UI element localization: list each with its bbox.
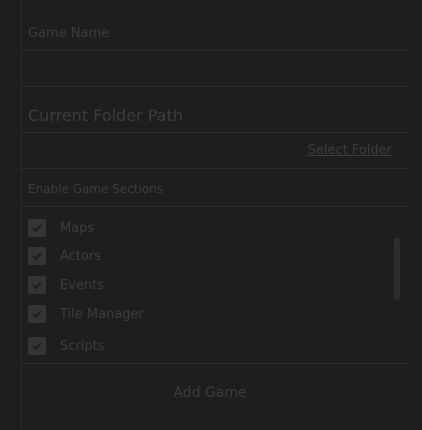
- section-item-label: Events: [60, 277, 105, 293]
- select-folder-divider: [20, 168, 410, 169]
- game-name-underline: [20, 50, 410, 51]
- sections-title-underline: [20, 206, 410, 207]
- section-item-label: Tile Manager: [60, 306, 144, 322]
- game-name-input-bottom: [20, 86, 410, 87]
- scripts-checkbox[interactable]: [28, 337, 46, 355]
- maps-checkbox[interactable]: [28, 219, 46, 237]
- select-folder-link[interactable]: Select Folder: [308, 143, 392, 158]
- section-item-label: Maps: [60, 220, 95, 236]
- section-item-events[interactable]: Events: [24, 273, 384, 297]
- sections-scrollbar[interactable]: [394, 238, 400, 300]
- tile-manager-checkbox[interactable]: [28, 305, 46, 323]
- check-icon: [32, 252, 42, 261]
- check-icon: [32, 342, 42, 351]
- form-left-border: [21, 0, 22, 430]
- section-item-tile-manager[interactable]: Tile Manager: [24, 302, 384, 326]
- game-name-label: Game Name: [28, 26, 110, 41]
- check-icon: [32, 224, 42, 233]
- section-item-label: Scripts: [60, 338, 105, 354]
- section-item-label: Actors: [60, 248, 101, 264]
- actors-checkbox[interactable]: [28, 247, 46, 265]
- add-game-button[interactable]: Add Game: [110, 378, 310, 408]
- section-item-maps[interactable]: Maps: [24, 216, 384, 240]
- sections-title: Enable Game Sections: [28, 182, 164, 196]
- folder-path-value: Current Folder Path: [28, 106, 183, 125]
- events-checkbox[interactable]: [28, 276, 46, 294]
- section-item-actors[interactable]: Actors: [24, 244, 384, 268]
- check-icon: [32, 310, 42, 319]
- check-icon: [32, 281, 42, 290]
- list-bottom-divider: [20, 363, 410, 364]
- folder-path-underline: [20, 132, 410, 133]
- section-item-scripts[interactable]: Scripts: [24, 334, 384, 358]
- sections-list[interactable]: Maps Actors Events Tile Manager Scripts: [24, 212, 406, 362]
